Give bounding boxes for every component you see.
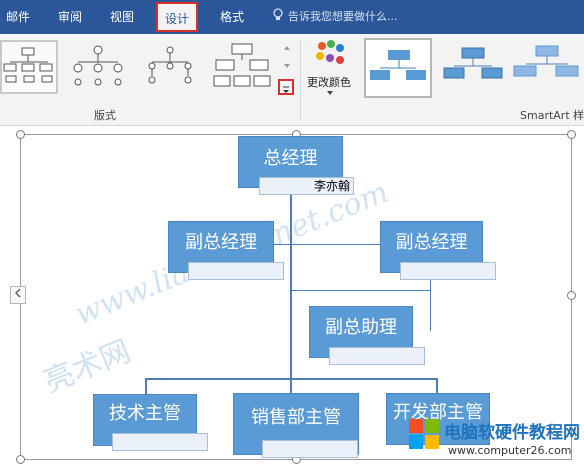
chevron-down-icon <box>284 64 290 68</box>
resize-handle-bottom-left[interactable] <box>16 455 25 464</box>
site-brand-watermark: 电脑软硬件教程网 www.computer26.com <box>408 414 584 468</box>
connector-manager-1 <box>145 378 147 394</box>
org-node-manager-sales-text[interactable] <box>262 440 358 458</box>
tab-mailings[interactable]: 邮件 <box>0 0 36 34</box>
org-layout-icon <box>3 47 53 83</box>
style-shadow-icon <box>443 47 503 79</box>
layout-thumbnail-3[interactable] <box>140 40 200 94</box>
org-node-vp-right-title: 副总经理 <box>395 232 468 253</box>
change-colors-label: 更改颜色 <box>307 76 351 89</box>
smartart-style-2[interactable] <box>440 38 506 98</box>
connector-trunk <box>290 188 292 378</box>
ribbon-group-divider <box>300 40 301 120</box>
windows-logo-icon <box>409 419 439 449</box>
resize-handle-right[interactable] <box>567 291 576 300</box>
style-3d-icon <box>513 45 579 77</box>
tab-review[interactable]: 审阅 <box>52 0 88 34</box>
box-hierarchy-icon <box>213 43 271 87</box>
gallery-more-button[interactable] <box>278 79 294 95</box>
layout-group-label: 版式 <box>94 109 116 122</box>
layout-thumbnail-4[interactable] <box>212 40 272 94</box>
connector-vp-line <box>264 244 380 245</box>
org-node-vp-left-title: 副总经理 <box>185 232 257 253</box>
org-node-assistant-text[interactable] <box>329 347 425 365</box>
layout-thumbnail-1[interactable] <box>0 40 58 94</box>
connector-manager-2 <box>290 378 292 394</box>
style-flat-icon <box>370 50 426 80</box>
smartart-style-1[interactable] <box>364 38 432 98</box>
org-node-manager-tech-title: 技术主管 <box>109 403 181 424</box>
text-pane-toggle[interactable] <box>10 286 26 304</box>
tell-me-box[interactable]: 告诉我您想要做什么... <box>272 0 398 34</box>
ribbon-tab-bar: 邮件 审阅 视图 设计 格式 告诉我您想要做什么... <box>0 0 584 34</box>
gallery-scroll-up-button[interactable] <box>280 40 294 54</box>
tab-format[interactable]: 格式 <box>212 0 252 34</box>
node-hierarchy-icon <box>148 46 192 84</box>
dropdown-arrow-icon <box>327 91 333 95</box>
color-palette-icon <box>316 40 344 64</box>
tab-design[interactable]: 设计 <box>156 2 198 32</box>
org-node-vp-right-text[interactable] <box>400 262 496 280</box>
chevron-left-icon <box>15 288 21 298</box>
org-node-vp-left-text[interactable] <box>188 262 284 280</box>
org-node-root-text[interactable]: 李亦翰 <box>259 177 354 195</box>
resize-handle-top-left[interactable] <box>16 130 25 139</box>
change-colors-button[interactable]: 更改颜色 <box>300 38 358 102</box>
connector-manager-3 <box>436 378 438 394</box>
tell-me-placeholder: 告诉我您想要做什么... <box>288 10 398 23</box>
gallery-scroll-down-button[interactable] <box>280 58 294 72</box>
connector-assistant-branch <box>291 290 431 291</box>
org-node-manager-tech-text[interactable] <box>112 433 208 451</box>
org-node-assistant-title: 副总助理 <box>325 317 397 338</box>
expand-gallery-icon <box>283 86 289 93</box>
circle-hierarchy-icon <box>73 45 123 86</box>
brand-title: 电脑软硬件教程网 <box>444 423 580 443</box>
connector-assistant-vertical <box>430 273 431 331</box>
chevron-up-icon <box>284 46 290 50</box>
brand-url: www.computer26.com <box>448 444 572 457</box>
smartart-styles-group-label: SmartArt 样 <box>520 109 584 122</box>
lightbulb-icon <box>273 8 283 20</box>
smartart-style-3[interactable] <box>510 38 579 98</box>
org-node-root-title: 总经理 <box>263 148 318 169</box>
tab-view[interactable]: 视图 <box>104 0 140 34</box>
layout-thumbnail-2[interactable] <box>68 40 128 94</box>
resize-handle-top-right[interactable] <box>567 130 576 139</box>
org-node-manager-sales-title: 销售部主管 <box>251 407 341 428</box>
